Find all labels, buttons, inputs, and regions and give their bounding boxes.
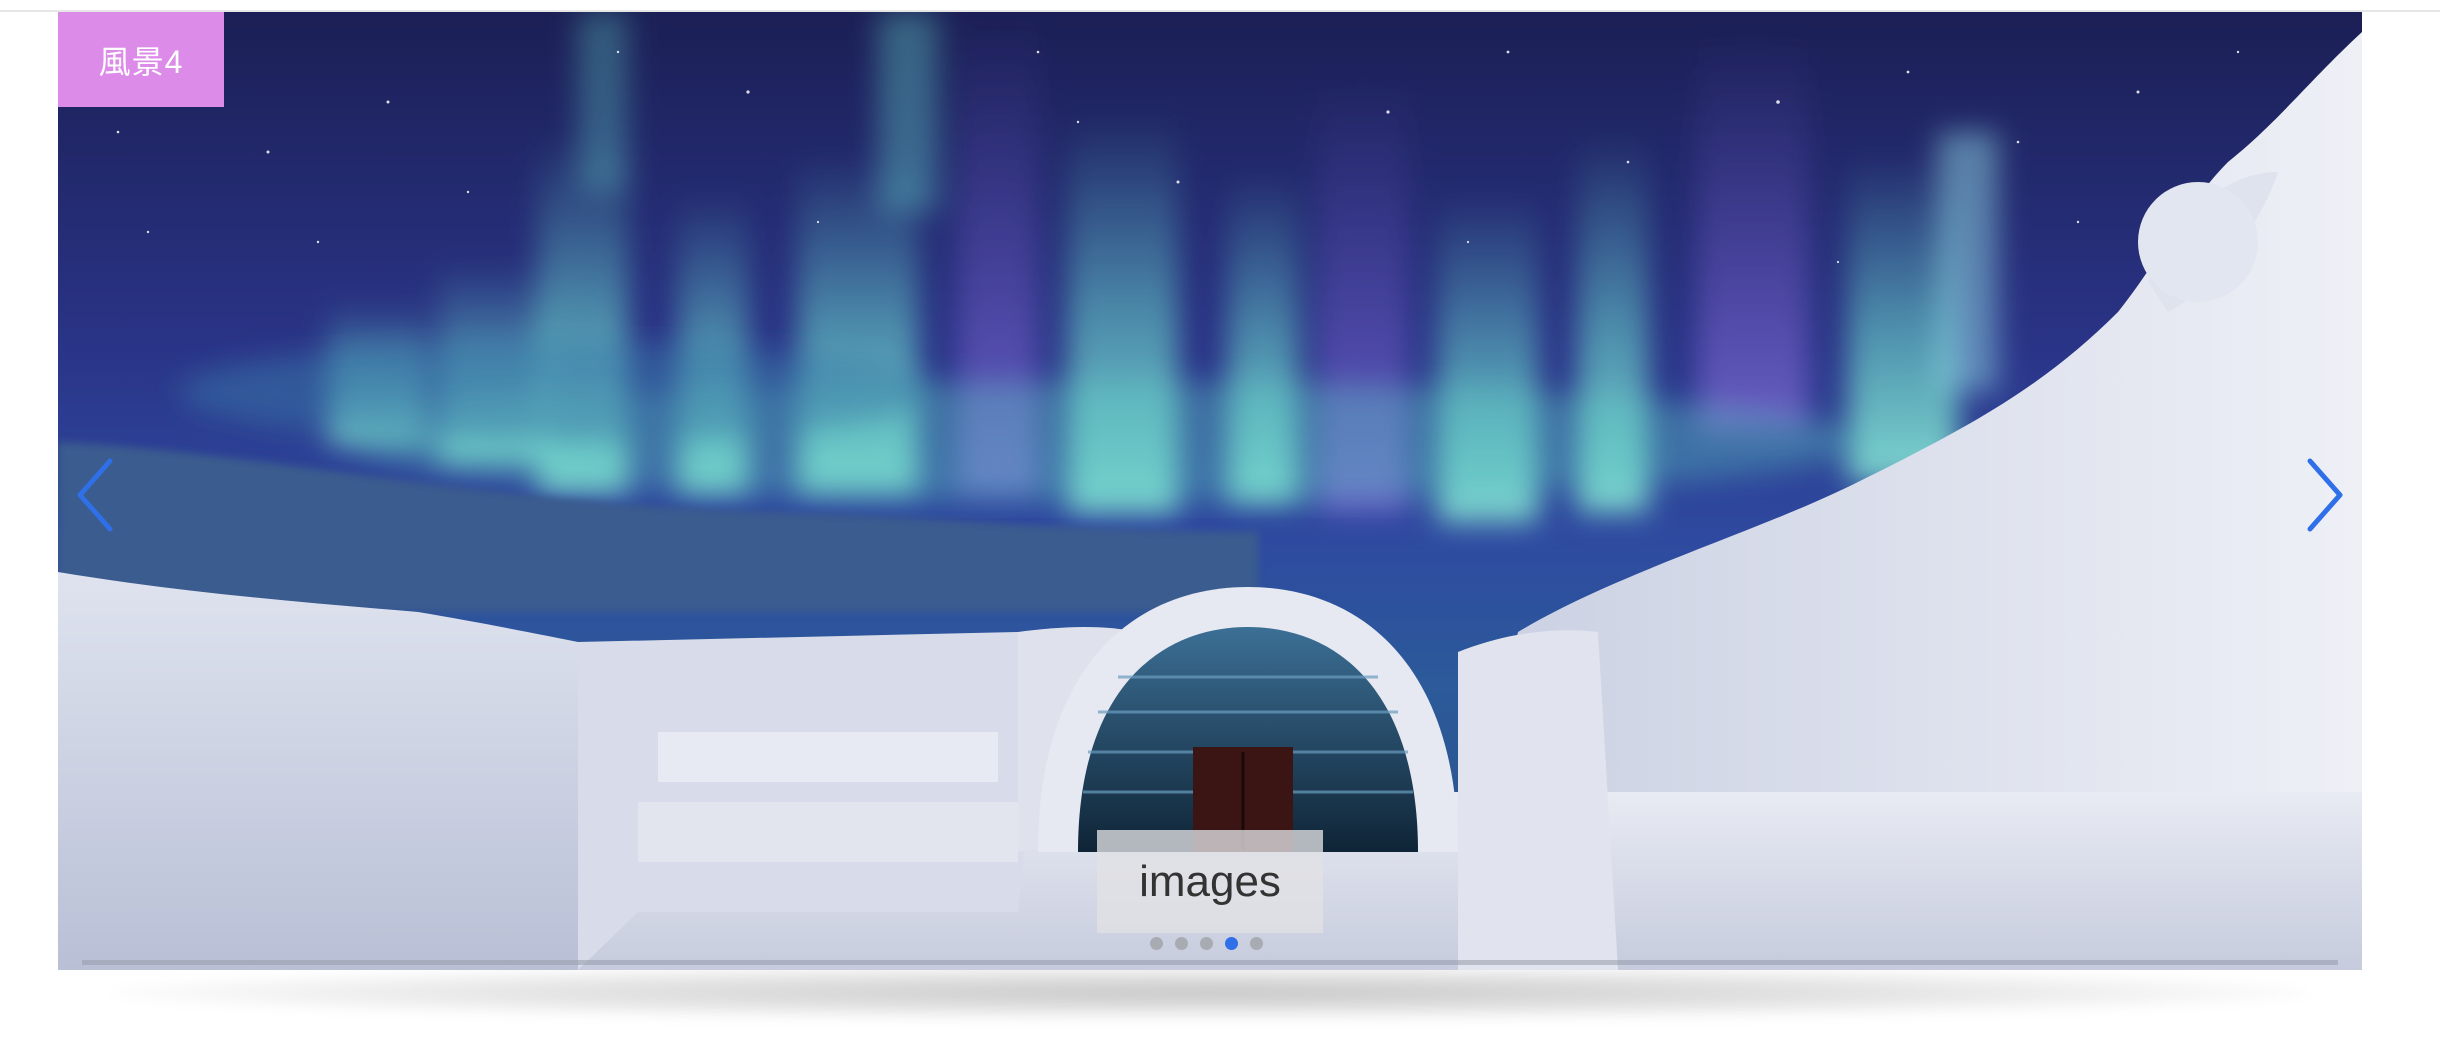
pagination-dots xyxy=(1150,937,1263,953)
autoplay-progress-bar xyxy=(82,960,2338,965)
slide-image xyxy=(58,12,2362,970)
pagination-dot-5[interactable] xyxy=(1250,937,1263,950)
chevron-left-icon xyxy=(77,458,113,532)
image-carousel[interactable] xyxy=(58,12,2362,970)
pagination-dot-3[interactable] xyxy=(1200,937,1213,950)
pagination-dot-4[interactable] xyxy=(1225,937,1238,950)
next-slide-button[interactable] xyxy=(2298,455,2348,535)
carousel-shadow xyxy=(110,965,2310,1020)
slide-title-badge: 風景4 xyxy=(58,12,224,107)
chevron-right-icon xyxy=(2307,458,2343,532)
prev-slide-button[interactable] xyxy=(72,455,122,535)
pagination-dot-2[interactable] xyxy=(1175,937,1188,950)
slide-caption: images xyxy=(1097,830,1323,933)
pagination-dot-1[interactable] xyxy=(1150,937,1163,950)
